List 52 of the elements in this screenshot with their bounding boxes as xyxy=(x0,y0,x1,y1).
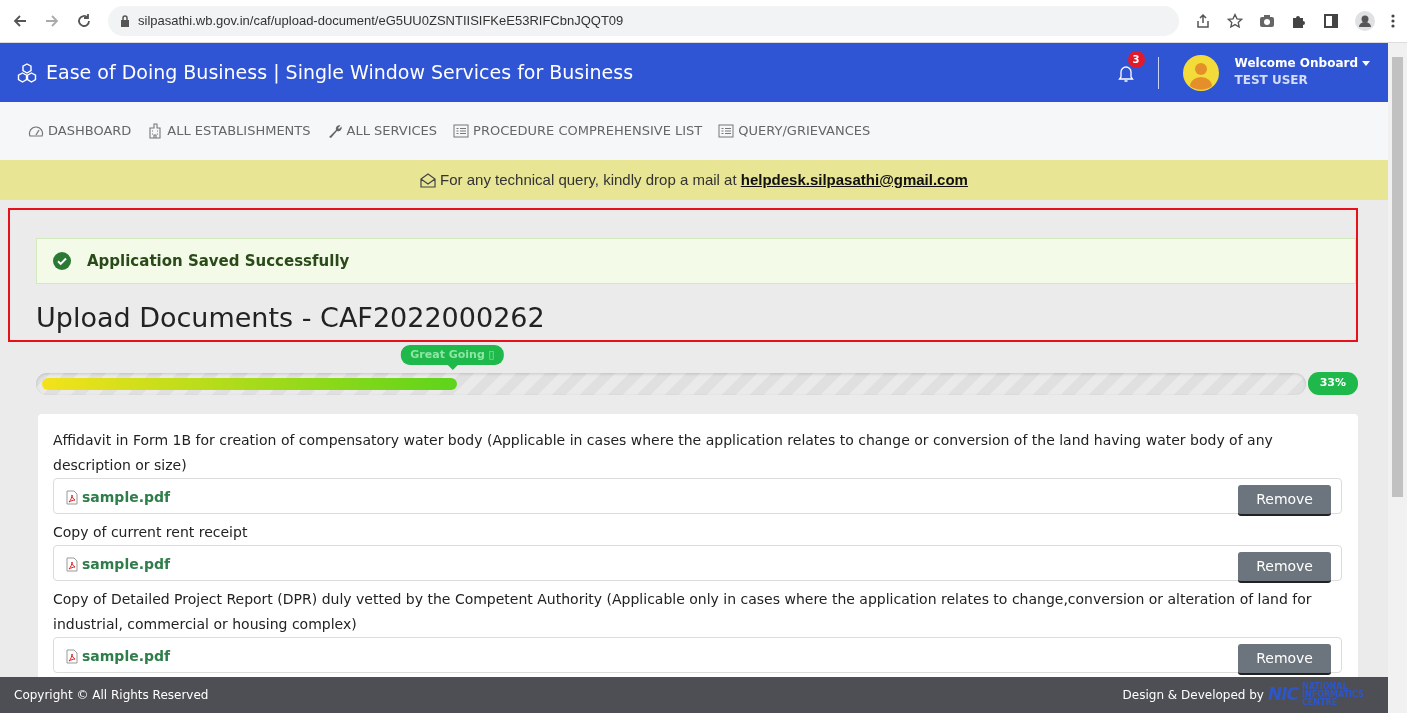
star-icon[interactable] xyxy=(1227,13,1243,29)
check-circle-icon xyxy=(53,252,71,270)
bell-icon[interactable] xyxy=(1117,63,1134,83)
file-link[interactable]: sample.pdf xyxy=(82,554,171,576)
notification-badge: 3 xyxy=(1127,50,1145,68)
menu-icon[interactable] xyxy=(1391,13,1395,29)
camera-icon[interactable] xyxy=(1259,14,1275,28)
address-bar[interactable]: silpasathi.wb.gov.in/caf/upload-document/eG5UU0ZSNTIISIFKeE53RIFCbnJQQT09 xyxy=(108,6,1179,36)
url-text: silpasathi.wb.gov.in/caf/upload-document/eG5UU0ZSNTIISIFKeE53RIFCbnJQQT09 xyxy=(138,12,624,31)
gauge-icon xyxy=(28,124,44,138)
welcome-menu[interactable]: Welcome Onboard xyxy=(1234,56,1358,71)
building-icon xyxy=(147,123,164,139)
side-panel-icon[interactable] xyxy=(1323,13,1339,29)
file-link[interactable]: sample.pdf xyxy=(82,646,171,668)
scrollbar[interactable] xyxy=(1388,43,1407,713)
pdf-file-icon xyxy=(66,557,78,573)
help-text: For any technical query, kindly drop a mail at helpdesk.silpasathi@gmail.com xyxy=(440,169,968,190)
document-label: Affidavit in Form 1B for creation of compensatory water body (Applicable in cases where the application relates to change or conversion of the land having water body of any description or size) xyxy=(53,431,1274,476)
remove-button[interactable]: Remove xyxy=(1238,644,1331,676)
progress-percent: 33% xyxy=(1307,372,1358,395)
tooltip-pointer xyxy=(447,365,458,371)
remove-button[interactable]: Remove xyxy=(1238,485,1331,517)
pdf-file-icon xyxy=(66,649,78,665)
puzzle-icon[interactable] xyxy=(1291,13,1307,29)
reload-icon[interactable] xyxy=(76,13,92,29)
copyright-text: Copyright © All Rights Reserved xyxy=(14,687,209,704)
remove-button[interactable]: Remove xyxy=(1238,552,1331,584)
share-icon[interactable] xyxy=(1195,13,1211,29)
document-label: Copy of current rent receipt xyxy=(53,523,249,543)
profile-icon[interactable] xyxy=(1355,11,1375,31)
user-name: TEST USER xyxy=(1234,71,1309,89)
credit-text: Design & Developed by xyxy=(1122,687,1264,704)
email-link[interactable]: helpdesk.silpasathi@gmail.com xyxy=(740,170,968,188)
caret-icon[interactable] xyxy=(1362,61,1370,66)
list-icon xyxy=(453,124,470,138)
envelope-icon xyxy=(420,172,437,188)
avatar-icon[interactable] xyxy=(1182,54,1219,91)
nav-link[interactable]: ALL SERVICES xyxy=(326,121,438,141)
cubes-icon xyxy=(16,61,38,84)
nav-link[interactable]: PROCEDURE COMPREHENSIVE LIST xyxy=(453,121,703,141)
nav-link[interactable]: DASHBOARD xyxy=(28,121,132,141)
back-icon[interactable] xyxy=(12,13,28,29)
pdf-file-icon xyxy=(66,490,78,506)
nav-link[interactable]: QUERY/GRIEVANCES xyxy=(718,121,871,141)
page-title: Upload Documents - CAF2022000262 xyxy=(36,302,546,335)
site-title: Ease of Doing Business | Single Window Services for Business xyxy=(46,60,634,86)
list-icon xyxy=(718,124,735,138)
file-link[interactable]: sample.pdf xyxy=(82,487,171,509)
lock-icon xyxy=(120,15,130,27)
alert-message: Application Saved Successfully xyxy=(87,250,350,272)
document-label: Copy of Detailed Project Report (DPR) duly vetted by the Competent Authority (Applicable only in cases where the application relates to change,conversion or alteration of land for industrial, commercial or housing complex) xyxy=(53,590,1313,635)
nav-link[interactable]: ALL ESTABLISHMENTS xyxy=(147,121,311,141)
